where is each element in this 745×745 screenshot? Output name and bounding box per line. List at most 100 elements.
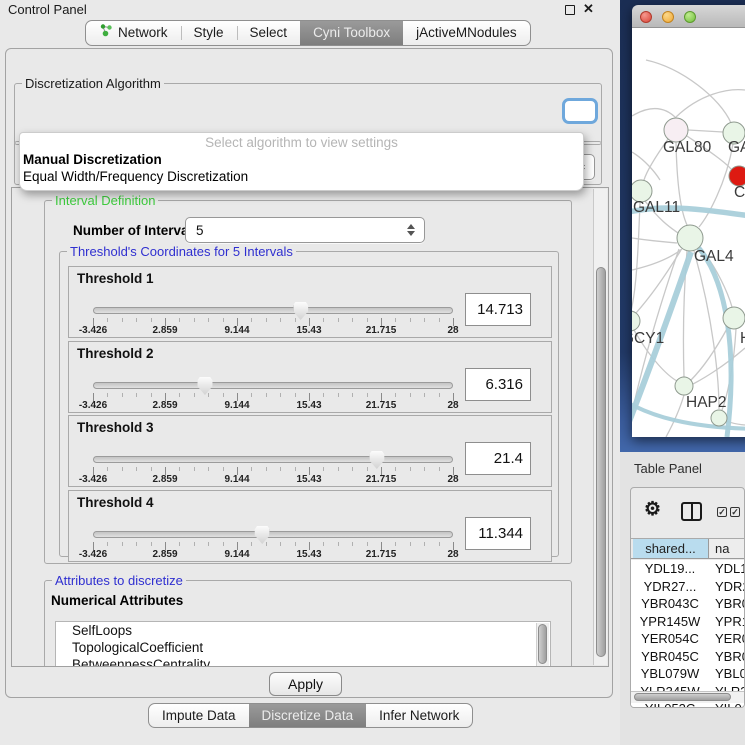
table-row[interactable]: YPR145WYPR1 [631,613,745,631]
threshold-slider[interactable] [93,456,453,463]
table-panel-bar: Table Panel [620,452,745,487]
list-scrollbar-thumb[interactable] [538,624,547,664]
control-panel: Control Panel ✕ NetworkStyleSelectCyni T… [0,0,620,745]
cell-name[interactable]: YBR0 [709,648,745,666]
cell-name[interactable]: YER0 [709,630,745,648]
group-title: Attributes to discretize [52,573,186,588]
table-row[interactable]: YBL079WYBL0 [631,665,745,683]
network-node-gcy1[interactable] [632,311,640,331]
cell-shared-name[interactable]: YBL079W [631,665,709,683]
threshold-panel: Threshold 3 -3.4262.8599.14415.4321.7152… [68,415,552,487]
threshold-label: Threshold 3 [77,420,154,435]
network-canvas[interactable]: GAL80GALCGAL11GAL4GCY1HHAP2 [632,28,745,437]
cell-shared-name[interactable]: YER054C [631,630,709,648]
algorithm-combobox[interactable] [562,98,598,124]
tick-label: 9.144 [224,474,249,485]
number-of-intervals-combobox[interactable]: 5 [185,217,425,243]
tab-style[interactable]: Style [181,21,237,45]
threshold-value-field[interactable]: 6.316 [465,368,531,401]
tick-label: 2.859 [152,325,177,336]
threshold-value-field[interactable]: 14.713 [465,293,531,326]
tick-label: 21.715 [366,400,397,411]
checkbox-icon[interactable]: ✓ [717,507,727,517]
settings-scroll-panel: Interval Definition Number of Intervals … [11,187,609,667]
tab-label: Network [118,21,168,45]
slider-tick-labels: -3.4262.8599.14415.4321.71528 [93,549,453,561]
cell-shared-name[interactable]: YPR145W [631,613,709,631]
network-node-hap2[interactable] [675,377,693,395]
apply-button[interactable]: Apply [269,672,342,696]
threshold-slider[interactable] [93,382,453,389]
attribute-item-betweennesscentrality[interactable]: BetweennessCentrality [56,656,550,667]
table-h-scrollbar-thumb[interactable] [634,693,731,701]
attribute-item-selfloops[interactable]: SelfLoops [56,622,550,639]
table-row[interactable]: YDR27...YDR2 [631,578,745,596]
tab-cyni-toolbox[interactable]: Cyni Toolbox [300,21,403,45]
tick-label: 28 [447,325,458,336]
cell-shared-name[interactable]: YBR045C [631,648,709,666]
bottom-tab-bar: Impute DataDiscretize Data Infer Network [148,703,473,728]
float-window-icon[interactable] [565,5,575,15]
numerical-attributes-list[interactable]: SelfLoopsTopologicalCoefficientBetweenne… [55,621,551,667]
network-icon [99,21,113,45]
cell-shared-name[interactable]: YBR043C [631,595,709,613]
table-row[interactable]: YER054CYER0 [631,630,745,648]
split-table-icon[interactable] [681,502,702,521]
cyni-toolbox-panel: Discretization Algorithm Table Data galF… [5,48,613,698]
attribute-item-topologicalcoefficient[interactable]: TopologicalCoefficient [56,639,550,656]
dropdown-option-equal-width-frequency-discretization[interactable]: Equal Width/Frequency Discretization [23,169,248,184]
network-node-8[interactable] [711,410,727,426]
panel-scrollbar[interactable] [593,189,607,665]
threshold-slider[interactable] [93,531,453,538]
cell-shared-name[interactable]: YDR27... [631,578,709,596]
table-row[interactable]: YBR043CYBR0 [631,595,745,613]
tick-label: 21.715 [366,549,397,560]
tick-label: -3.426 [79,474,107,485]
tick-label: 15.43 [296,549,321,560]
threshold-value-field[interactable]: 21.4 [465,442,531,475]
close-icon[interactable]: ✕ [583,1,594,17]
column-header-shared-name[interactable]: shared... [633,539,709,558]
cell-name[interactable]: YPR1 [709,613,745,631]
tick-label: 2.859 [152,549,177,560]
threshold-label: Threshold 4 [77,495,154,510]
column-header-name[interactable]: na [710,539,745,558]
checkbox-icon[interactable]: ✓ [730,507,740,517]
node-label: H [740,330,745,347]
table-h-scrollbar[interactable] [631,691,744,703]
tab-label: Infer Network [379,704,459,728]
cell-shared-name[interactable]: YDL19... [631,560,709,578]
network-node-h[interactable] [723,307,745,329]
dropdown-option-manual-discretization[interactable]: Manual Discretization [23,152,162,167]
threshold-slider[interactable] [93,307,453,314]
cell-name[interactable]: YBR0 [709,595,745,613]
table-row[interactable]: YBR045CYBR0 [631,648,745,666]
tick-label: -3.426 [79,325,107,336]
tab-infer-network[interactable]: Infer Network [366,704,472,727]
table-row[interactable]: YDL19...YDL1 [631,560,745,578]
interval-definition-group: Interval Definition Number of Intervals … [44,200,572,564]
threshold-label: Threshold 2 [77,346,154,361]
tab-jactivemnodules[interactable]: jActiveMNodules [403,21,530,45]
list-scrollbar[interactable] [536,623,549,667]
network-window-titlebar[interactable] [632,5,745,28]
mac-close-button[interactable] [640,11,652,23]
cell-name[interactable]: YDR2 [709,578,745,596]
panel-tab-bar: Network StyleSelectCyni ToolboxjActiveMNo… [85,20,531,46]
tab-network[interactable]: Network [86,21,181,45]
gear-icon[interactable]: ⚙ [644,498,661,521]
table-panel: ⚙ ✓ ✓ shared... na YDL19...YDL1YDR27...Y… [630,487,745,708]
threshold-label: Threshold 1 [77,271,154,286]
cell-name[interactable]: YBL0 [709,665,745,683]
tab-select[interactable]: Select [237,21,301,45]
mac-zoom-button[interactable] [684,11,696,23]
mac-minimize-button[interactable] [662,11,674,23]
tab-impute-data[interactable]: Impute Data [149,704,249,727]
cell-name[interactable]: YDL1 [709,560,745,578]
tab-discretize-data[interactable]: Discretize Data [249,704,367,727]
threshold-value-field[interactable]: 11.344 [465,517,531,550]
threshold-panel: Threshold 4 -3.4262.8599.14415.4321.7152… [68,490,552,562]
network-node-c[interactable] [729,166,745,186]
panel-scrollbar-thumb[interactable] [596,267,606,657]
table-panel-title: Table Panel [634,461,702,476]
